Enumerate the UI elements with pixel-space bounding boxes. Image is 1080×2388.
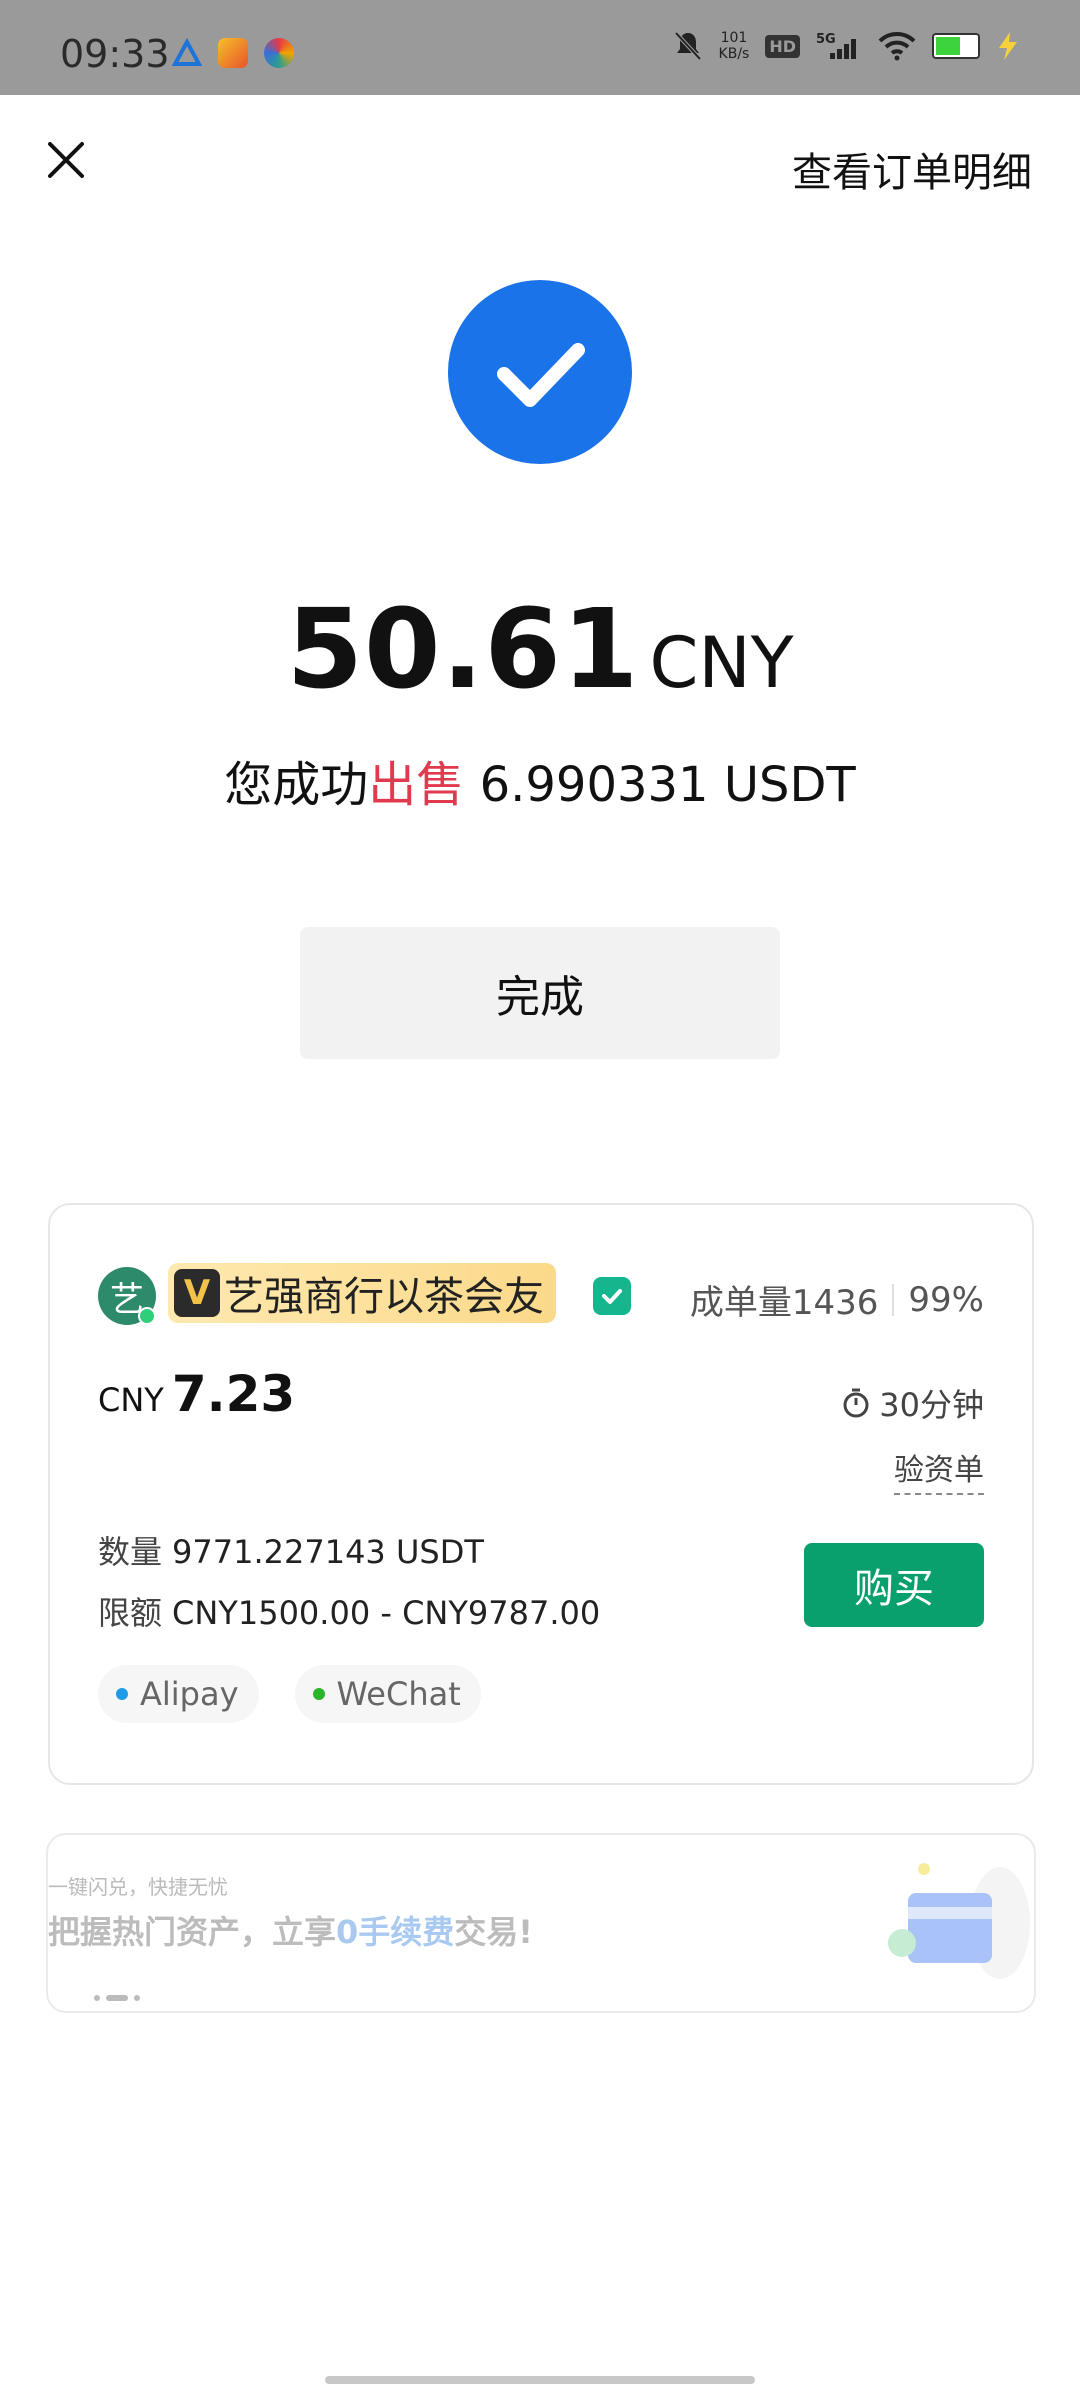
- mute-bell-icon: [674, 31, 702, 61]
- verified-shield-icon: [593, 1277, 631, 1315]
- payment-method-wechat: WeChat: [294, 1665, 481, 1723]
- home-indicator[interactable]: [325, 2376, 755, 2384]
- quantity-value: 9771.227143 USDT: [172, 1533, 484, 1571]
- checkmark-icon: [497, 343, 585, 407]
- payment-time: 30分钟: [841, 1380, 984, 1426]
- colorful-app-icon: [264, 38, 294, 68]
- top-nav: 查看订单明细: [0, 95, 1080, 235]
- payment-methods: Alipay WeChat: [98, 1665, 481, 1723]
- sold-action: 出售: [368, 757, 465, 813]
- quantity-label: 数量: [98, 1533, 163, 1571]
- charging-bolt-icon: [999, 32, 1017, 60]
- amount-value: 50.61: [286, 585, 640, 713]
- limit-value: CNY1500.00 - CNY9787.00: [172, 1594, 601, 1632]
- success-check-icon: [448, 280, 632, 464]
- view-order-details-link[interactable]: 查看订单明细: [792, 140, 1032, 198]
- battery-level-fill: [936, 37, 960, 55]
- amount-currency: CNY: [649, 622, 794, 704]
- banner-pagination: [94, 1995, 140, 2001]
- merchant-ad-card[interactable]: 艺 V 艺强商行以茶会友 成单量1436 99% CNY 7.23 30分钟 验资…: [48, 1203, 1034, 1785]
- status-bar: 09:33 101 KB/s HD 5G: [0, 0, 1080, 95]
- buy-button[interactable]: 购买: [804, 1543, 984, 1627]
- alipay-dot-icon: [116, 1688, 128, 1700]
- completion-rate: 99%: [908, 1279, 984, 1320]
- payment-time-value: 30分钟: [879, 1386, 984, 1424]
- hd-badge: HD: [765, 34, 800, 58]
- price-value: 7.23: [171, 1365, 296, 1423]
- status-time: 09:33: [60, 32, 170, 76]
- ad-quantity: 数量 9771.227143 USDT: [98, 1527, 484, 1573]
- svg-text:5G: 5G: [816, 32, 836, 47]
- done-button[interactable]: 完成: [300, 927, 780, 1059]
- sold-summary: 您成功出售 6.990331 USDT: [0, 745, 1080, 815]
- wechat-dot-icon: [312, 1688, 325, 1700]
- banner-title: 把握热门资产，立享0手续费交易!: [48, 1913, 533, 1951]
- verify-funds-link[interactable]: 验资单: [894, 1445, 984, 1495]
- status-right-icons: 101 KB/s HD 5G: [673, 30, 1020, 62]
- notification-icons: [172, 38, 294, 68]
- battery-icon: [932, 33, 980, 59]
- ad-price: CNY 7.23: [98, 1365, 295, 1423]
- promo-banner[interactable]: 一键闪兑，快捷无忧 把握热门资产，立享0手续费交易!: [46, 1833, 1036, 2013]
- ad-limit: 限额 CNY1500.00 - CNY9787.00: [98, 1588, 600, 1634]
- order-count: 成单量1436: [689, 1283, 879, 1323]
- merchant-name: 艺强商行以茶会友: [224, 1274, 544, 1320]
- triangle-app-icon: [172, 38, 202, 66]
- limit-label: 限额: [98, 1594, 163, 1632]
- card-illustration-icon: [888, 1863, 1030, 1979]
- sold-prefix: 您成功: [224, 757, 369, 813]
- v-merchant-badge-icon: V: [174, 1269, 220, 1317]
- timer-icon: [843, 1388, 869, 1418]
- sold-amount: 6.990331 USDT: [479, 757, 856, 813]
- close-icon[interactable]: [46, 140, 86, 180]
- wifi-icon: [878, 31, 916, 61]
- price-currency: CNY: [98, 1381, 164, 1419]
- online-status-dot: [138, 1307, 156, 1325]
- payment-method-alipay: Alipay: [98, 1665, 259, 1723]
- stats-divider: [892, 1283, 895, 1316]
- signal-5g-icon: 5G: [816, 32, 856, 59]
- banner-subtitle: 一键闪兑，快捷无忧: [48, 1875, 228, 1899]
- merchant-name-tag[interactable]: V 艺强商行以茶会友: [168, 1263, 556, 1323]
- game-app-icon: [218, 38, 248, 68]
- trade-stats: 成单量1436 99%: [690, 1275, 984, 1324]
- received-amount: 50.61 CNY: [0, 585, 1080, 713]
- net-speed: 101 KB/s: [718, 30, 750, 62]
